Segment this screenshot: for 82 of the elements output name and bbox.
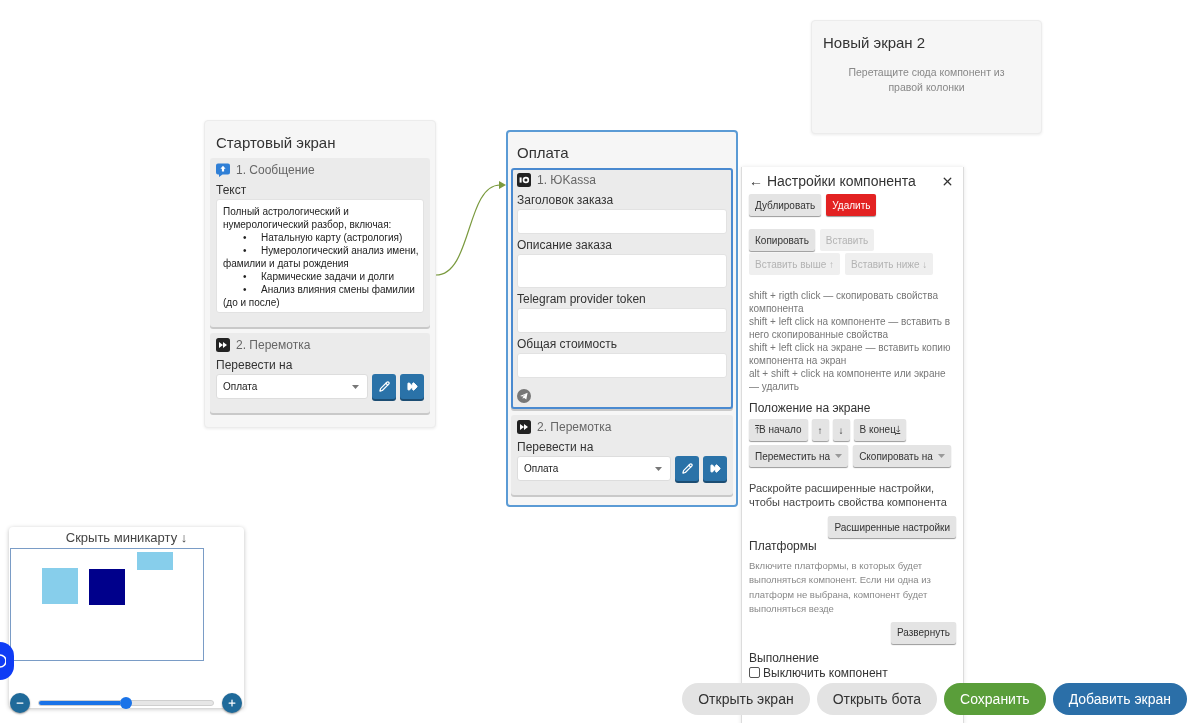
caret-icon	[937, 454, 945, 458]
field-label: Перевести на	[216, 357, 294, 373]
clipboard-button[interactable]: Копировать	[749, 229, 815, 251]
fast-forward-icon	[517, 420, 531, 434]
section-title: Платформы	[749, 538, 818, 554]
fast-forward-icon	[709, 463, 721, 474]
jump-button[interactable]	[400, 374, 424, 399]
zoom-slider-track[interactable]	[38, 700, 214, 706]
paper-plane-icon	[517, 389, 531, 403]
screen-card[interactable]: Оплата 1. ЮKassa Заголовок заказа Описание заказа Telegram provider token Общая стоимость 2. Перемотка Перевести на Оплата	[506, 130, 738, 507]
field-label: Перевести на	[517, 439, 595, 455]
fast-forward-icon	[216, 338, 230, 352]
field-label: Telegram provider token	[517, 291, 647, 307]
input-field[interactable]	[517, 308, 727, 333]
platforms-description: Включите платформы, в которых будет выполняться компонент. Если ни одна из платформ не выбрана, компонент будет выполняться везде	[749, 559, 932, 617]
list-item: • Нумерологический анализ имени, фамилии и даты рождения	[223, 244, 419, 270]
plus-icon	[227, 698, 237, 708]
jump-button[interactable]	[703, 456, 727, 481]
order-button[interactable]: В конец⤓	[853, 419, 906, 441]
pencil-icon	[681, 463, 693, 474]
floating-button[interactable]	[0, 642, 14, 680]
advanced-hint: Раскройте расширенные настройки, чтобы настроить свойства компонента	[749, 481, 948, 509]
zoom-in-button[interactable]	[222, 693, 242, 713]
field-label: Описание заказа	[517, 237, 613, 253]
expand-button[interactable]: Развернуть	[891, 621, 956, 644]
section-title: Положение на экране	[749, 400, 872, 416]
screen-title: Новый экран 2	[822, 33, 927, 53]
list-item: • Кармические задачи и долги	[242, 270, 395, 283]
component-title: 1. ЮKassa	[537, 173, 596, 187]
component-block[interactable]: 2. Перемотка Перевести на Оплата	[210, 333, 430, 413]
component-block[interactable]: 2. Перемотка Перевести на Оплата	[511, 415, 733, 495]
component-title: 1. Сообщение	[236, 163, 315, 177]
select-field[interactable]: Оплата	[216, 374, 368, 399]
section-title: Выполнение	[749, 649, 820, 666]
textarea-field[interactable]	[517, 254, 727, 288]
list-item: • Натальную карту (астрология)	[242, 231, 404, 244]
field-label: Заголовок заказа	[517, 192, 615, 208]
edit-button[interactable]	[372, 374, 396, 399]
field-label: Текст	[216, 182, 248, 198]
action-button[interactable]: Открыть бота	[816, 683, 938, 715]
list-item: • Анализ влияния смены фамилии (до и после)	[223, 283, 416, 309]
dropdown-button[interactable]: Скопировать на	[853, 445, 951, 467]
component-title: 2. Перемотка	[537, 420, 612, 434]
fast-forward-icon	[406, 381, 418, 392]
component-title: 2. Перемотка	[236, 338, 311, 352]
checkbox[interactable]	[749, 667, 760, 679]
field-label: Общая стоимость	[517, 336, 618, 352]
minimap-frame[interactable]	[10, 548, 204, 661]
dropdown-button[interactable]: Переместить на	[749, 445, 849, 467]
drop-hint: Перетащите сюда компонент из правой колонки	[847, 65, 1006, 95]
advanced-settings-button[interactable]: Расширенные настройки	[828, 516, 956, 538]
component-block[interactable]: 1. ЮKassa Заголовок заказа Описание заказа Telegram provider token Общая стоимость	[511, 168, 733, 409]
chat-bubble-icon	[216, 163, 230, 177]
caret-icon	[835, 454, 843, 458]
square-logo-icon	[517, 173, 531, 187]
message-text: Полный астрологический и нумерологический разбор, включая:	[223, 205, 393, 231]
action-button[interactable]: Добавить экран	[1052, 683, 1187, 715]
screen-title: Оплата	[516, 143, 570, 163]
input-field[interactable]	[517, 209, 727, 234]
minimap-toggle[interactable]: Скрыть миникарту ↓	[9, 528, 244, 548]
ring-icon	[0, 654, 6, 668]
zoom-out-button[interactable]	[10, 693, 30, 713]
message-text-field[interactable]	[216, 199, 424, 313]
delete-button[interactable]: Удалить	[826, 194, 877, 216]
edit-button[interactable]	[675, 456, 699, 481]
caret-icon	[655, 466, 662, 471]
caret-icon	[352, 384, 359, 389]
order-button[interactable]: ⤒В начало	[749, 419, 808, 441]
shortcut-hint: alt + shift + click на компоненте или экране — удалить	[749, 367, 947, 393]
component-block[interactable]	[210, 158, 430, 327]
pencil-icon	[378, 381, 390, 392]
action-button[interactable]: Дублировать	[749, 194, 822, 216]
panel-title[interactable]: ← Настройки компонента	[749, 173, 916, 189]
checkbox-label: Выключить компонент	[763, 665, 888, 680]
order-button[interactable]: ↓	[832, 419, 850, 441]
input-field[interactable]	[517, 353, 727, 378]
screen-title: Стартовый экран	[215, 133, 337, 153]
screen-card[interactable]	[204, 120, 436, 428]
action-button[interactable]: Открыть экран	[682, 683, 810, 715]
screen-card[interactable]: Новый экран 2 Перетащите сюда компонент из правой колонки	[811, 20, 1042, 134]
order-button[interactable]: ↑	[811, 419, 829, 441]
select-field[interactable]: Оплата	[517, 456, 671, 481]
